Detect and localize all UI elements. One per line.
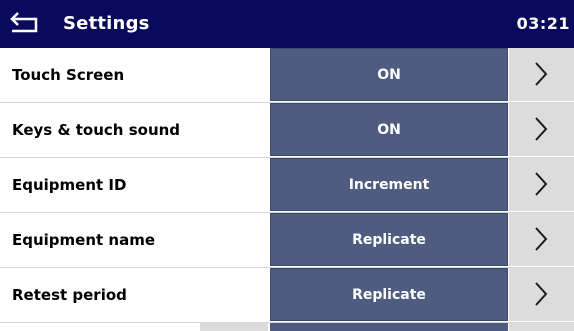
settings-list: Touch Screen ON Keys & touch sound ON Eq…: [0, 48, 574, 323]
chevron-right-icon: [535, 227, 548, 251]
chevron-right-button[interactable]: [509, 158, 574, 211]
setting-row-retest-period: Retest period Replicate: [0, 268, 574, 323]
chevron-right-icon: [535, 62, 548, 86]
chevron-right-icon: [535, 282, 548, 306]
back-arrow-icon[interactable]: [10, 10, 44, 36]
setting-value-button[interactable]: ON: [270, 103, 508, 156]
clock-time: 03:21: [516, 14, 570, 33]
setting-row-touch-screen: Touch Screen ON: [0, 48, 574, 103]
page-title: Settings: [63, 13, 150, 34]
setting-row-keys-touch-sound: Keys & touch sound ON: [0, 103, 574, 158]
setting-label: Equipment ID: [12, 176, 127, 194]
chevron-right-button[interactable]: [509, 213, 574, 266]
chevron-right-button[interactable]: [509, 268, 574, 321]
setting-row-equipment-name: Equipment name Replicate: [0, 213, 574, 268]
title-bar: Settings 03:21: [0, 0, 574, 48]
partial-row-arrow-button[interactable]: [509, 323, 574, 331]
setting-value-button[interactable]: Replicate: [270, 213, 508, 266]
chevron-right-icon: [535, 117, 548, 141]
setting-value-button[interactable]: Increment: [270, 158, 508, 211]
setting-value-button[interactable]: ON: [270, 48, 508, 101]
setting-label: Equipment name: [12, 231, 156, 249]
setting-label: Retest period: [12, 286, 127, 304]
partial-row-value-button[interactable]: [270, 323, 508, 331]
setting-row-equipment-id: Equipment ID Increment: [0, 158, 574, 213]
chevron-right-button[interactable]: [509, 48, 574, 101]
partial-row-control[interactable]: [200, 323, 268, 331]
chevron-right-button[interactable]: [509, 103, 574, 156]
chevron-right-icon: [535, 172, 548, 196]
setting-label: Keys & touch sound: [12, 121, 181, 139]
setting-label: Touch Screen: [12, 66, 125, 84]
setting-value-button[interactable]: Replicate: [270, 268, 508, 321]
